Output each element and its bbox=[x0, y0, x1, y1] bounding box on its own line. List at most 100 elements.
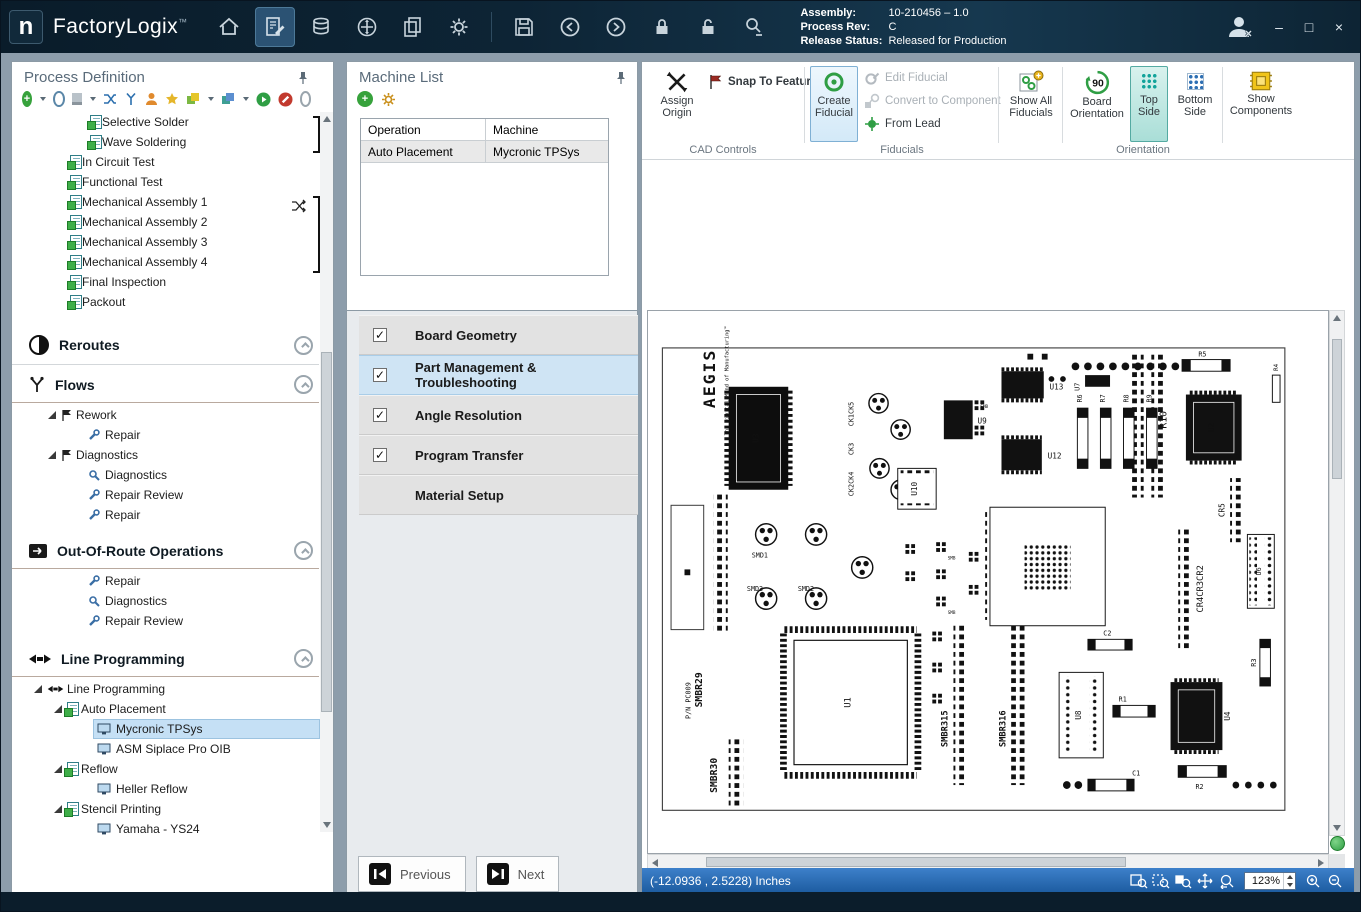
tree-item-yamaha-ys24[interactable]: Yamaha - YS24 bbox=[12, 819, 319, 839]
category-icon[interactable] bbox=[186, 91, 200, 107]
checkbox[interactable]: ✓ bbox=[373, 408, 387, 422]
lock-icon[interactable] bbox=[642, 7, 682, 47]
palette-icon[interactable] bbox=[221, 91, 235, 107]
expander-icon[interactable] bbox=[48, 411, 56, 419]
edit-fiducial-button[interactable]: Edit Fiducial bbox=[864, 70, 948, 86]
forward-icon[interactable] bbox=[596, 7, 636, 47]
create-fiducial-button[interactable]: Create Fiducial bbox=[810, 66, 858, 142]
next-button[interactable]: Next bbox=[476, 856, 560, 892]
column-header-operation[interactable]: Operation bbox=[361, 119, 486, 140]
tree-item-diagnostics-child[interactable]: Diagnostics bbox=[12, 465, 319, 485]
tree-item-oor-diagnostics[interactable]: Diagnostics bbox=[12, 591, 319, 611]
convert-to-component-button[interactable]: Convert to Component bbox=[864, 93, 1001, 109]
block-icon[interactable] bbox=[278, 91, 293, 107]
checkbox[interactable]: ✓ bbox=[373, 328, 387, 342]
step-angle-resolution[interactable]: ✓ Angle Resolution bbox=[359, 395, 638, 435]
scroll-left-icon[interactable] bbox=[652, 859, 658, 867]
maximize-button[interactable]: □ bbox=[1296, 17, 1322, 37]
pcb-cad-viewport[interactable]: AEGIS The Digital Mind of Manufacturing™… bbox=[647, 310, 1329, 854]
tree-item-mech-assembly-3[interactable]: Mechanical Assembly 3 bbox=[12, 232, 319, 252]
print-dropdown-icon[interactable] bbox=[90, 97, 96, 101]
tree-item-final-inspection[interactable]: Final Inspection bbox=[12, 272, 319, 292]
tree-item-asm-siplace[interactable]: ASM Siplace Pro OIB bbox=[12, 739, 319, 759]
step-board-geometry[interactable]: ✓ Board Geometry bbox=[359, 315, 638, 355]
zoom-previous-icon[interactable] bbox=[1216, 871, 1238, 891]
category-dropdown-icon[interactable] bbox=[208, 97, 214, 101]
tree-item-oor-repair[interactable]: Repair bbox=[12, 571, 319, 591]
expander-icon[interactable] bbox=[54, 805, 62, 813]
tree-item-stencil-printing[interactable]: Stencil Printing bbox=[12, 799, 319, 819]
column-header-machine[interactable]: Machine bbox=[486, 119, 608, 140]
pin-icon[interactable] bbox=[615, 71, 627, 85]
step-material-setup[interactable]: Material Setup bbox=[359, 475, 638, 515]
collapse-line-programming-button[interactable] bbox=[294, 649, 313, 668]
pin-icon[interactable] bbox=[297, 71, 309, 85]
scroll-down-icon[interactable] bbox=[323, 822, 331, 828]
zoom-up-icon[interactable] bbox=[1284, 873, 1295, 881]
tree-item-in-circuit-test[interactable]: In Circuit Test bbox=[12, 152, 319, 172]
scrollbar-thumb[interactable] bbox=[706, 857, 1126, 867]
tree-item-heller-reflow[interactable]: Heller Reflow bbox=[12, 779, 319, 799]
machine-table-row[interactable]: Auto Placement Mycronic TPSys bbox=[361, 141, 608, 163]
collapse-flows-button[interactable] bbox=[294, 375, 313, 394]
collapse-reroutes-button[interactable] bbox=[294, 336, 313, 355]
back-icon[interactable] bbox=[550, 7, 590, 47]
add-dropdown-icon[interactable] bbox=[40, 97, 46, 101]
tree-item-packout[interactable]: Packout bbox=[12, 292, 319, 312]
scrollbar-thumb[interactable] bbox=[321, 352, 332, 712]
home-icon[interactable] bbox=[209, 7, 249, 47]
previous-button[interactable]: Previous bbox=[358, 856, 466, 892]
favorites-icon[interactable] bbox=[165, 91, 179, 107]
show-all-fiducials-button[interactable]: Show All Fiducials bbox=[1004, 66, 1058, 119]
from-lead-button[interactable]: From Lead bbox=[864, 116, 941, 132]
flow-tool-icon[interactable] bbox=[124, 91, 138, 107]
materials-icon[interactable] bbox=[301, 7, 341, 47]
unlock-icon[interactable] bbox=[688, 7, 728, 47]
scroll-up-icon[interactable] bbox=[1333, 315, 1341, 321]
checkbox[interactable]: ✓ bbox=[373, 368, 387, 382]
tree-item-auto-placement[interactable]: Auto Placement bbox=[12, 699, 319, 719]
zoom-in-icon[interactable] bbox=[1302, 871, 1324, 891]
zoom-out-icon[interactable] bbox=[1324, 871, 1346, 891]
scrollbar-thumb[interactable] bbox=[1332, 339, 1342, 479]
zoom-selection-icon[interactable] bbox=[1172, 871, 1194, 891]
expander-icon[interactable] bbox=[54, 705, 62, 713]
tree-item-rework-repair[interactable]: Repair bbox=[12, 425, 319, 445]
tree-item-wave-soldering[interactable]: Wave Soldering bbox=[12, 132, 319, 152]
collapse-oor-button[interactable] bbox=[294, 541, 313, 560]
minimize-button[interactable]: – bbox=[1266, 17, 1292, 37]
tree-item-diag-repair[interactable]: Repair bbox=[12, 505, 319, 525]
expander-icon[interactable] bbox=[48, 451, 56, 459]
process-panel-scrollbar[interactable] bbox=[320, 112, 333, 832]
scroll-down-icon[interactable] bbox=[1333, 825, 1341, 831]
machine-settings-icon[interactable] bbox=[380, 91, 396, 107]
zoom-extents-icon[interactable] bbox=[1128, 871, 1150, 891]
tree-item-repair-review[interactable]: Repair Review bbox=[12, 485, 319, 505]
documents-icon[interactable] bbox=[393, 7, 433, 47]
tree-item-selective-solder[interactable]: Selective Solder bbox=[12, 112, 319, 132]
tree-item-rework[interactable]: Rework bbox=[12, 405, 319, 425]
inspect-icon[interactable] bbox=[734, 7, 774, 47]
tree-item-mech-assembly-1[interactable]: Mechanical Assembly 1 bbox=[12, 192, 319, 212]
zoom-down-icon[interactable] bbox=[1284, 881, 1295, 889]
print-icon[interactable] bbox=[72, 93, 82, 105]
tree-item-diagnostics[interactable]: Diagnostics bbox=[12, 445, 319, 465]
record-icon[interactable] bbox=[300, 91, 312, 107]
show-components-button[interactable]: Show Components bbox=[1228, 66, 1294, 117]
expander-icon[interactable] bbox=[34, 685, 42, 693]
user-small-icon[interactable] bbox=[145, 91, 158, 107]
program-editor-icon[interactable] bbox=[255, 7, 295, 47]
network-icon[interactable] bbox=[53, 91, 65, 107]
add-operation-icon[interactable]: + bbox=[22, 91, 32, 107]
snap-to-feature-button[interactable]: Snap To Feature bbox=[708, 74, 817, 90]
zoom-percent-box[interactable]: 123% bbox=[1244, 872, 1296, 890]
tree-item-line-programming[interactable]: Line Programming bbox=[12, 679, 319, 699]
tree-item-functional-test[interactable]: Functional Test bbox=[12, 172, 319, 192]
navigation-icon[interactable] bbox=[347, 7, 387, 47]
pan-icon[interactable] bbox=[1194, 871, 1216, 891]
tree-item-mech-assembly-4[interactable]: Mechanical Assembly 4 bbox=[12, 252, 319, 272]
bottom-side-button[interactable]: Bottom Side bbox=[1172, 66, 1218, 118]
expander-icon[interactable] bbox=[54, 765, 62, 773]
step-part-management[interactable]: ✓ Part Management & Troubleshooting bbox=[359, 355, 638, 395]
tree-item-mycronic-tpsys[interactable]: Mycronic TPSys bbox=[12, 719, 319, 739]
